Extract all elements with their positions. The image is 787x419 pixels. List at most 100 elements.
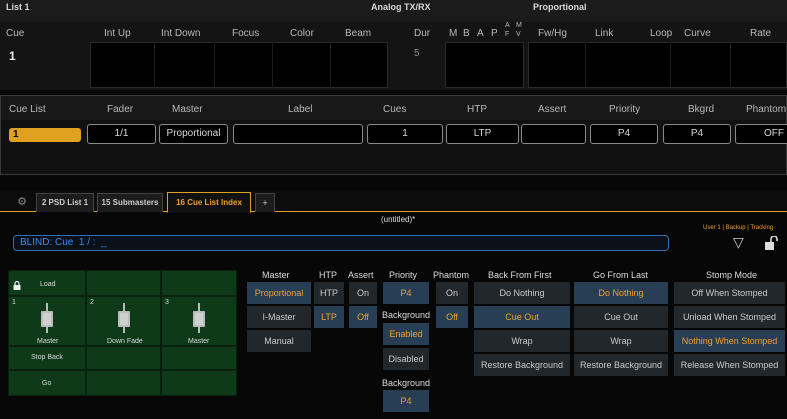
go-from-last-do-nothing[interactable]: Do Nothing [574, 282, 668, 304]
filter-icon[interactable]: ▽ [733, 235, 747, 249]
stop-back-3[interactable] [161, 346, 237, 370]
assert-field[interactable] [521, 124, 586, 144]
col-beam[interactable]: Beam [345, 28, 371, 39]
follow-link-field[interactable] [528, 42, 787, 88]
fader-handle-3[interactable] [193, 311, 205, 327]
tab-cue-list-index[interactable]: 16 Cue List Index [167, 192, 251, 213]
command-line-text: BLIND: Cue 1 / : _ [20, 237, 107, 248]
fader-field[interactable]: 1/1 [87, 124, 156, 144]
col-assert[interactable]: Assert [538, 104, 566, 115]
fader-number-2: 2 [90, 299, 94, 306]
assert-off[interactable]: Off [349, 306, 377, 328]
go-from-last-restore-background[interactable]: Restore Background [574, 354, 668, 376]
fader-top-2[interactable] [86, 270, 161, 296]
phantom-on[interactable]: On [436, 282, 468, 304]
master-field[interactable]: Proportional [159, 124, 228, 144]
col-curve[interactable]: Curve [684, 28, 711, 39]
back-from-first-wrap[interactable]: Wrap [474, 330, 570, 352]
flags-field[interactable] [445, 42, 524, 88]
phantom-off[interactable]: Off [436, 306, 468, 328]
cue-number: 1 [9, 49, 16, 63]
fader-2[interactable]: 2 Down Fade [86, 296, 161, 346]
htp-field[interactable]: LTP [446, 124, 519, 144]
back-from-first-cue-out[interactable]: Cue Out [474, 306, 570, 328]
tab-psd-list[interactable]: 2 PSD List 1 [36, 193, 94, 212]
master-proportional[interactable]: Proportional [247, 282, 311, 304]
stop-back-2[interactable] [86, 346, 161, 370]
go-from-last-header: Go From Last [593, 270, 649, 280]
fader-label-1: Master [37, 338, 59, 345]
col-priority[interactable]: Priority [609, 104, 640, 115]
go-3[interactable] [161, 370, 237, 396]
back-from-first-do-nothing[interactable]: Do Nothing [474, 282, 570, 304]
cue-list-selected[interactable]: 1 [9, 128, 81, 142]
back-from-first-restore-background[interactable]: Restore Background [474, 354, 570, 376]
go-from-last-wrap[interactable]: Wrap [574, 330, 668, 352]
fader-handle-1[interactable] [41, 311, 53, 327]
master-manual[interactable]: Manual [247, 330, 311, 352]
col-int-down[interactable]: Int Down [161, 28, 200, 39]
background-value[interactable]: P4 [383, 390, 429, 412]
phantom-field[interactable]: OFF [735, 124, 787, 144]
stop-back-button[interactable]: Stop Back [8, 346, 86, 370]
stomp-unload-when-stomped[interactable]: Unload When Stomped [674, 306, 785, 328]
label-field[interactable] [233, 124, 363, 144]
eos-console-screen: List 1 Analog TX/RX Proportional Cue Int… [0, 0, 787, 419]
col-master[interactable]: Master [172, 104, 203, 115]
col-focus[interactable]: Focus [232, 28, 259, 39]
stomp-mode-header: Stomp Mode [706, 270, 758, 280]
stomp-off-when-stomped[interactable]: Off When Stomped [674, 282, 785, 304]
col-a[interactable]: A [477, 28, 484, 39]
bkgrd-field[interactable]: P4 [663, 124, 731, 144]
tab-submasters[interactable]: 15 Submasters [97, 193, 163, 212]
col-dur[interactable]: Dur [414, 28, 430, 39]
background-header: Background [382, 378, 431, 388]
col-cue[interactable]: Cue [6, 28, 24, 39]
col-color[interactable]: Color [290, 28, 314, 39]
col-fader[interactable]: Fader [107, 104, 133, 115]
col-p[interactable]: P [491, 28, 498, 39]
col-label[interactable]: Label [288, 104, 312, 115]
tab-add[interactable]: + [255, 193, 275, 212]
go-from-last-cue-out[interactable]: Cue Out [574, 306, 668, 328]
fader-top-3[interactable] [161, 270, 237, 296]
background-disabled[interactable]: Disabled [383, 348, 429, 370]
cue-list-number: 1 [13, 129, 19, 140]
load-label: Load [40, 281, 56, 288]
col-int-up[interactable]: Int Up [104, 28, 131, 39]
col-phantom[interactable]: Phantom [746, 104, 786, 115]
fader-handle-2[interactable] [118, 311, 130, 327]
col-loop[interactable]: Loop [650, 28, 672, 39]
stomp-nothing-when-stomped[interactable]: Nothing When Stomped [674, 330, 785, 352]
htp-option-htp[interactable]: HTP [314, 282, 344, 304]
col-htp[interactable]: HTP [467, 104, 487, 115]
col-b[interactable]: B [463, 28, 470, 39]
htp-option-ltp[interactable]: LTP [314, 306, 344, 328]
fader-3[interactable]: 3 Master [161, 296, 237, 346]
fader-1[interactable]: 1 Master [8, 296, 86, 346]
col-cues[interactable]: Cues [383, 104, 406, 115]
col-link[interactable]: Link [595, 28, 613, 39]
list-title: List 1 [6, 2, 30, 12]
go-2[interactable] [86, 370, 161, 396]
stomp-release-when-stomped[interactable]: Release When Stomped [674, 354, 785, 376]
load-button[interactable]: Load [8, 270, 86, 296]
col-m[interactable]: M [449, 28, 457, 39]
col-rate[interactable]: Rate [750, 28, 771, 39]
status-text: User 1 | Backup | Tracking [703, 225, 774, 231]
phantom-header: Phantom [433, 270, 470, 280]
cue-times-field[interactable] [90, 42, 388, 88]
unlock-icon[interactable] [763, 235, 779, 250]
col-bkgrd[interactable]: Bkgrd [688, 104, 714, 115]
background-enabled[interactable]: Enabled [383, 323, 429, 345]
assert-on[interactable]: On [349, 282, 377, 304]
col-cue-list[interactable]: Cue List [9, 104, 46, 115]
cues-field[interactable]: 1 [367, 124, 443, 144]
go-button[interactable]: Go [8, 370, 86, 396]
master-i-master[interactable]: I-Master [247, 306, 311, 328]
gear-icon[interactable]: ⚙ [14, 194, 30, 210]
priority-value[interactable]: P4 [383, 282, 429, 304]
priority-field[interactable]: P4 [590, 124, 658, 144]
command-line[interactable]: BLIND: Cue 1 / : _ [13, 235, 669, 251]
col-fw-hg[interactable]: Fw/Hg [538, 28, 567, 39]
